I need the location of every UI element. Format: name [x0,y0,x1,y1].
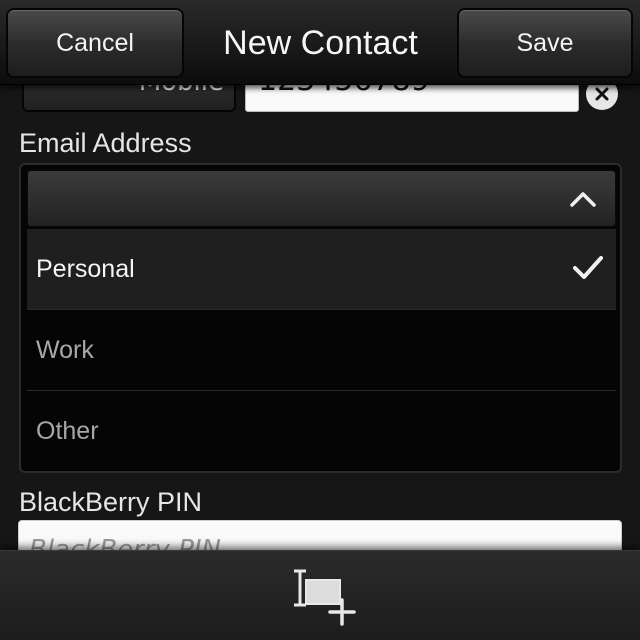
option-label: Other [36,417,99,445]
page-title: New Contact [223,24,418,62]
close-icon [595,87,609,101]
option-label: Work [36,336,94,364]
email-type-dropdown: Personal Work Other [19,163,622,473]
save-button[interactable]: Save [457,8,633,78]
email-option-other[interactable]: Other [27,391,616,471]
add-field-icon [294,569,356,626]
cancel-button[interactable]: Cancel [6,8,184,78]
save-button-label: Save [516,28,574,57]
pin-section-label: BlackBerry PIN [19,487,203,517]
new-contact-screen: Mobile 123456789 Email Address Personal … [0,0,640,640]
email-option-personal[interactable]: Personal [27,229,616,309]
email-section-label: Email Address [19,128,192,158]
email-type-dropdown-header[interactable] [27,170,616,227]
title-bar: Cancel New Contact Save [0,0,640,85]
checkmark-icon [573,256,603,279]
option-label: Personal [36,255,135,283]
chevron-up-icon [570,192,596,207]
cancel-button-label: Cancel [56,28,134,57]
bottom-action-bar [0,550,640,640]
email-option-work[interactable]: Work [27,310,616,390]
add-field-button[interactable] [284,567,360,633]
